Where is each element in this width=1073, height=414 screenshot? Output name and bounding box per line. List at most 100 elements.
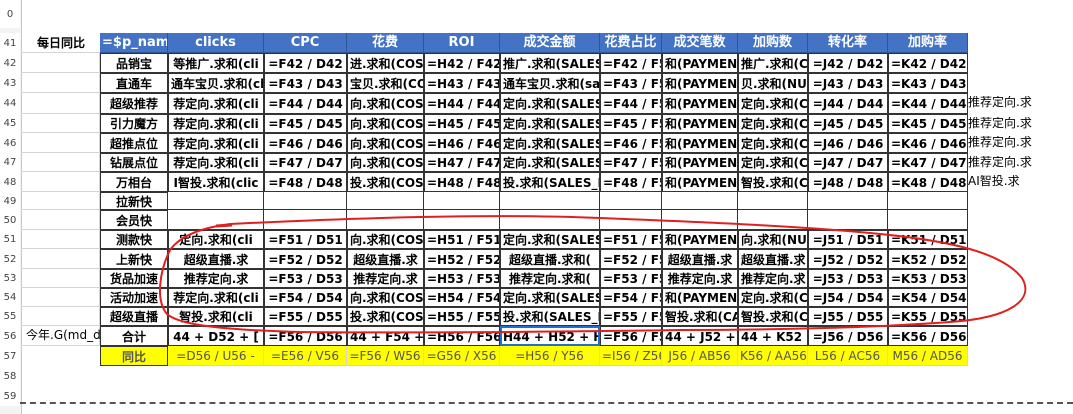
formula-cell[interactable] [500, 192, 600, 210]
empty-cell[interactable] [21, 269, 100, 288]
column-header[interactable]: clicks [168, 33, 264, 53]
formula-cell[interactable]: =K51 / D51 [888, 230, 968, 249]
formula-cell[interactable]: 智投.求和(CA [738, 172, 808, 192]
empty-cell[interactable] [21, 93, 100, 114]
column-header[interactable]: 花费 [347, 33, 424, 53]
formula-cell[interactable]: 通车宝贝.求和(sa [500, 73, 600, 93]
formula-cell[interactable]: =J53 / D53 [808, 269, 888, 288]
empty-cell[interactable] [21, 210, 100, 230]
row-name-cell[interactable]: 同比 [100, 346, 168, 366]
empty-cell[interactable] [21, 73, 100, 93]
formula-cell[interactable]: =K56 / D56 [888, 326, 968, 346]
formula-cell[interactable]: =F43 / D43 [264, 73, 347, 93]
formula-cell[interactable]: =H42 / F42 [424, 53, 500, 73]
formula-cell[interactable] [888, 192, 968, 210]
column-header[interactable]: CPC [264, 33, 347, 53]
formula-cell[interactable]: =F45 / F56 [600, 114, 662, 133]
formula-cell[interactable]: 进.求和(COST [347, 53, 424, 73]
formula-cell[interactable]: 和(PAYMEN [662, 153, 738, 172]
formula-cell[interactable]: =F44 / F56 [600, 93, 662, 114]
formula-cell[interactable]: J56 / AB56 [662, 346, 738, 366]
formula-cell[interactable]: 定向.求和(SALES_ [500, 230, 600, 249]
formula-cell[interactable] [808, 192, 888, 210]
formula-cell[interactable]: =H44 / F44 [424, 93, 500, 114]
formula-cell[interactable]: 智投.求和(CA [738, 307, 808, 326]
row-name-cell[interactable]: 超级直播 [100, 307, 168, 326]
formula-cell[interactable]: 荐定向.求和(cli [168, 288, 264, 307]
formula-cell[interactable]: =K53 / D53 [888, 269, 968, 288]
formula-cell[interactable]: =F45 / D45 [264, 114, 347, 133]
formula-cell[interactable]: =J51 / D51 [808, 230, 888, 249]
formula-cell[interactable]: 智投.求和(CA [662, 307, 738, 326]
column-header[interactable]: =$p_name [100, 33, 168, 53]
formula-cell[interactable]: =F46 / D46 [264, 133, 347, 153]
formula-cell[interactable]: 推荐定向.求和( [500, 269, 600, 288]
formula-cell[interactable]: =F54 / D54 [264, 288, 347, 307]
empty-cell[interactable] [21, 288, 100, 307]
formula-cell[interactable]: 荐定向.求和(cli [168, 93, 264, 114]
empty-cell[interactable] [21, 133, 100, 153]
formula-cell[interactable] [888, 210, 968, 230]
formula-cell[interactable]: =F54 / F56 [600, 288, 662, 307]
formula-cell[interactable]: =K42 / D42 [888, 53, 968, 73]
formula-cell[interactable]: K56 / AA56 [738, 346, 808, 366]
formula-cell[interactable]: =J46 / D46 [808, 133, 888, 153]
formula-cell[interactable]: 定向.求和(SALES [500, 288, 600, 307]
formula-cell[interactable] [662, 210, 738, 230]
formula-cell[interactable]: 荐定向.求和(cli [168, 153, 264, 172]
formula-cell[interactable]: 荐定向.求和(cli [168, 133, 264, 153]
formula-cell[interactable]: =H51 / F51 [424, 230, 500, 249]
formula-cell[interactable]: 向.求和(COST [347, 114, 424, 133]
formula-cell[interactable]: =J52 / D52 [808, 249, 888, 269]
row-name-cell[interactable]: 引力魔方 [100, 114, 168, 133]
formula-cell[interactable]: =F53 / D53 [264, 269, 347, 288]
formula-cell[interactable]: 投.求和(SALES_R [500, 307, 600, 326]
empty-cell[interactable] [21, 192, 100, 210]
formula-cell[interactable]: 向.求和(NUM [738, 230, 808, 249]
row-name-cell[interactable]: 活动加速 [100, 288, 168, 307]
formula-cell[interactable]: =F46 / F56 [600, 133, 662, 153]
formula-cell[interactable]: 和(PAYMEN [662, 53, 738, 73]
formula-cell[interactable]: L56 / AC56 [808, 346, 888, 366]
formula-cell[interactable]: 定向.求和(CA [738, 133, 808, 153]
formula-cell[interactable]: 通车宝贝.求和(cli [168, 73, 264, 93]
formula-cell[interactable]: 定向.求和(SALES_ [500, 114, 600, 133]
formula-cell[interactable]: 荐定向.求和(cli [168, 114, 264, 133]
formula-cell[interactable]: =F44 / D44 [264, 93, 347, 114]
formula-cell[interactable]: 定向.求和(CA [738, 93, 808, 114]
formula-cell[interactable]: 和(PAYMEN [662, 114, 738, 133]
row-name-cell[interactable]: 测款快 [100, 230, 168, 249]
empty-cell[interactable] [21, 53, 100, 73]
formula-cell[interactable]: 和(PAYMENT [662, 172, 738, 192]
formula-cell[interactable]: 定向.求和(cli [168, 230, 264, 249]
column-header[interactable]: 花费占比 [600, 33, 662, 53]
formula-cell[interactable]: =H47 / F47 [424, 153, 500, 172]
formula-cell[interactable]: 定向.求和(CA [738, 288, 808, 307]
formula-cell[interactable] [424, 192, 500, 210]
formula-cell[interactable]: 定向.求和(CA [738, 114, 808, 133]
formula-cell[interactable] [808, 210, 888, 230]
formula-cell[interactable]: M56 / AD56 [888, 346, 968, 366]
row-name-cell[interactable]: 拉新快 [100, 192, 168, 210]
formula-cell[interactable]: =F55 / D55 [264, 307, 347, 326]
formula-cell[interactable]: =K54 / D54 [888, 288, 968, 307]
formula-cell[interactable] [600, 192, 662, 210]
formula-cell[interactable]: =F56 / W56 [347, 346, 424, 366]
column-header[interactable]: 加购率 [888, 33, 968, 53]
formula-cell[interactable]: =F42 / D42 [264, 53, 347, 73]
row-name-cell[interactable]: 品销宝 [100, 53, 168, 73]
row-name-cell[interactable]: 上新快 [100, 249, 168, 269]
formula-cell[interactable]: 超级直播.求 [347, 249, 424, 269]
formula-cell[interactable]: =F47 / D47 [264, 153, 347, 172]
row-name-cell[interactable]: 合计 [100, 326, 168, 346]
formula-cell[interactable]: =E56 / V56 [264, 346, 347, 366]
formula-cell[interactable]: =K48 / D48 [888, 172, 968, 192]
formula-cell[interactable]: =K52 / D52 [888, 249, 968, 269]
formula-cell[interactable] [168, 210, 264, 230]
selected-cell-outline[interactable] [500, 326, 600, 346]
formula-cell[interactable]: 推荐定向.求 [168, 269, 264, 288]
empty-cell[interactable] [21, 307, 100, 326]
formula-cell[interactable]: =F51 / F56 [600, 230, 662, 249]
formula-cell[interactable]: I智投.求和(clic [168, 172, 264, 192]
formula-cell[interactable]: =H48 / F48 [424, 172, 500, 192]
